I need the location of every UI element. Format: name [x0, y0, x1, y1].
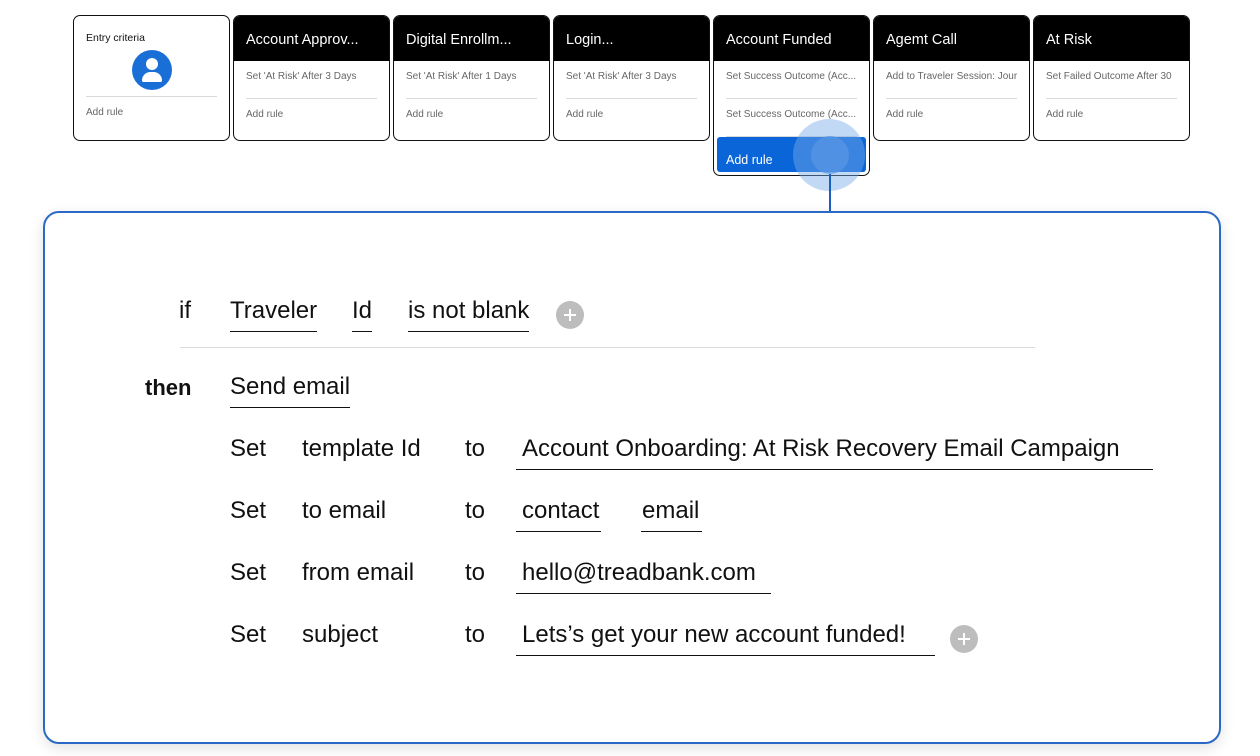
property-label: template Id — [302, 435, 421, 462]
set-keyword: Set — [230, 621, 267, 648]
rule-editor-panel: if Traveler Id is not blank then Send em… — [43, 211, 1221, 744]
set-keyword: Set — [230, 435, 267, 462]
condition-object-field[interactable]: Traveler — [230, 297, 318, 332]
stage-card-digital-enrollment[interactable]: Digital Enrollm... Set 'At Risk' After 1… — [393, 15, 550, 141]
stage-rule[interactable]: Set 'At Risk' After 1 Days — [406, 61, 537, 99]
template-id-value-field[interactable]: Account Onboarding: At Risk Recovery Ema… — [516, 435, 1153, 470]
stage-card-account-approval[interactable]: Account Approv... Set 'At Risk' After 3 … — [233, 15, 390, 141]
add-rule-link[interactable]: Add rule — [406, 99, 537, 120]
stage-rule[interactable]: Set 'At Risk' After 3 Days — [246, 61, 377, 99]
action-type-field[interactable]: Send email — [230, 373, 351, 408]
then-keyword: then — [145, 375, 192, 400]
stage-card-login[interactable]: Login... Set 'At Risk' After 3 Days Add … — [553, 15, 710, 141]
condition-operator-field[interactable]: is not blank — [408, 297, 530, 332]
set-keyword: Set — [230, 497, 267, 524]
click-indicator-dot — [811, 136, 849, 174]
stage-title: Agemt Call — [874, 16, 1029, 61]
divider — [180, 347, 1035, 348]
add-condition-button[interactable] — [556, 301, 584, 329]
property-label: from email — [302, 559, 415, 586]
add-rule-link[interactable]: Add rule — [566, 99, 697, 120]
stage-title: Account Approv... — [234, 16, 389, 61]
add-rule-link[interactable]: Add rule — [1046, 99, 1177, 120]
to-keyword: to — [465, 497, 486, 524]
add-rule-link[interactable]: Add rule — [74, 97, 229, 118]
entry-criteria-title: Entry criteria — [86, 32, 145, 44]
stage-card-at-risk[interactable]: At Risk Set Failed Outcome After 30 Add … — [1033, 15, 1190, 141]
user-icon — [131, 50, 172, 90]
stage-rule[interactable]: Set Failed Outcome After 30 — [1046, 61, 1177, 99]
if-keyword: if — [179, 297, 191, 324]
stage-title: Digital Enrollm... — [394, 16, 549, 61]
stage-title: Login... — [554, 16, 709, 61]
add-rule-link[interactable]: Add rule — [246, 99, 377, 120]
to-keyword: to — [465, 621, 486, 648]
to-email-object-field[interactable]: contact — [516, 497, 602, 532]
property-label: to email — [302, 497, 387, 524]
stage-rule[interactable]: Set 'At Risk' After 3 Days — [566, 61, 697, 99]
to-keyword: to — [465, 559, 486, 586]
subject-value-field[interactable]: Lets’s get your new account funded! — [516, 621, 935, 656]
stage-rule[interactable]: Add to Traveler Session: Jour — [886, 61, 1017, 99]
condition-property-field[interactable]: Id — [352, 297, 373, 332]
stage-rule[interactable]: Set Success Outcome (Acc... — [726, 61, 857, 99]
stage-card-entry-criteria[interactable]: Entry criteria Add rule — [73, 15, 230, 141]
set-keyword: Set — [230, 559, 267, 586]
stage-title: Account Funded — [714, 16, 869, 61]
connector-line — [829, 174, 831, 212]
from-email-value-field[interactable]: hello@treadbank.com — [516, 559, 771, 594]
add-assignment-button[interactable] — [950, 625, 978, 653]
to-keyword: to — [465, 435, 486, 462]
stage-card-agent-call[interactable]: Agemt Call Add to Traveler Session: Jour… — [873, 15, 1030, 141]
to-email-property-field[interactable]: email — [641, 497, 703, 532]
property-label: subject — [302, 621, 379, 648]
stage-title: At Risk — [1034, 16, 1189, 61]
add-rule-link[interactable]: Add rule — [886, 99, 1017, 120]
